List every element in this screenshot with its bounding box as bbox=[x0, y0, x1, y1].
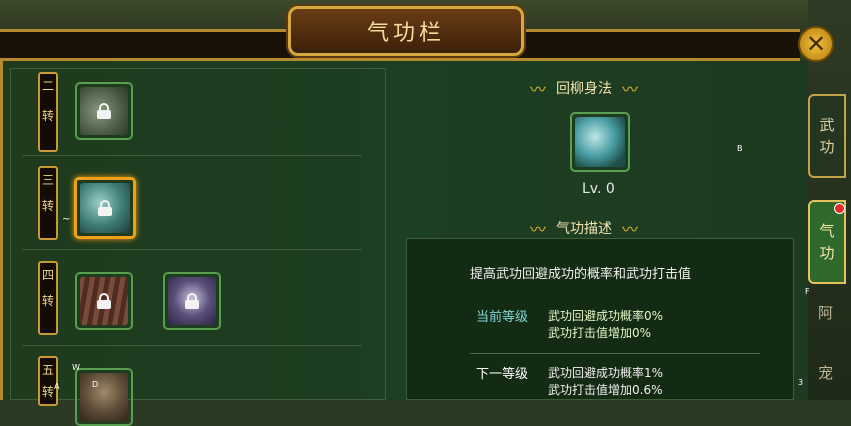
close-icon: ✕ bbox=[805, 30, 827, 58]
skill-name-header: 〰 回柳身法 〰 bbox=[530, 76, 638, 100]
tab-char: 功 bbox=[819, 244, 835, 262]
tier-label-4: 四 转 bbox=[38, 261, 58, 335]
current-level-label: 当前等级 bbox=[476, 310, 529, 325]
tier-char: 二 bbox=[41, 79, 54, 93]
skill-slot-4-2[interactable] bbox=[163, 272, 221, 330]
skill-tree-pane bbox=[10, 68, 386, 400]
tier-label-2: 二 转 bbox=[38, 72, 58, 152]
tier-char: 四 bbox=[41, 268, 54, 282]
lock-icon bbox=[97, 103, 111, 119]
overlay-d: D bbox=[92, 380, 99, 389]
lock-icon bbox=[185, 293, 199, 309]
skill-name: 回柳身法 bbox=[556, 81, 613, 97]
skill-description: 提高武功回避成功的概率和武功打击值 bbox=[470, 267, 692, 282]
title-plate: 气功栏 bbox=[288, 6, 524, 56]
tab-martial-arts[interactable]: 武 功 bbox=[808, 94, 846, 178]
current-effect-line: 武功回避成功概率0% bbox=[548, 309, 664, 323]
tab-char: 功 bbox=[819, 138, 835, 156]
cloud-ornament-icon: 〰 bbox=[622, 80, 639, 99]
level-divider bbox=[470, 353, 760, 354]
tier-divider bbox=[22, 155, 362, 156]
tier-label-5: 五 转 bbox=[38, 356, 58, 406]
side-menu-glyph[interactable]: 阿 bbox=[818, 302, 833, 323]
window-title: 气功栏 bbox=[366, 21, 445, 46]
overlay-a: A bbox=[54, 382, 60, 391]
next-level-label: 下一等级 bbox=[476, 367, 529, 382]
side-menu-glyph[interactable]: 宠 bbox=[818, 362, 833, 383]
tier-char: 五 bbox=[41, 363, 54, 377]
skill-slot-2-1[interactable] bbox=[75, 82, 133, 140]
lock-icon bbox=[97, 293, 111, 309]
description-title: 气功描述 bbox=[556, 221, 613, 237]
cloud-ornament-icon: 〰 bbox=[622, 220, 639, 239]
tier-divider bbox=[22, 249, 362, 250]
cloud-ornament-icon: 〰 bbox=[530, 80, 547, 99]
current-effect-line: 武功打击值增加0% bbox=[548, 326, 652, 340]
skill-slot-4-1[interactable] bbox=[75, 272, 133, 330]
skill-preview-icon bbox=[570, 112, 630, 172]
tier-char: 转 bbox=[41, 109, 54, 123]
tier-label-3: 三 转 bbox=[38, 166, 58, 240]
overlay-f: F bbox=[805, 287, 810, 296]
tier-divider bbox=[22, 345, 362, 346]
notification-dot bbox=[834, 203, 845, 214]
overlay-w: W bbox=[72, 363, 80, 372]
skill-slot-3-1[interactable] bbox=[74, 177, 136, 239]
tier-char: 三 bbox=[41, 173, 54, 187]
description-header: 〰 气功描述 〰 bbox=[530, 216, 638, 240]
tier-char: 转 bbox=[41, 294, 54, 308]
close-button[interactable]: ✕ bbox=[798, 26, 834, 62]
overlay-b: B bbox=[737, 144, 743, 153]
tab-char: 武 bbox=[819, 116, 835, 134]
skill-slot-5-1[interactable] bbox=[75, 368, 133, 426]
cloud-ornament-icon: 〰 bbox=[530, 220, 547, 239]
skill-level: Lv. 0 bbox=[582, 181, 615, 197]
overlay-3: 3 bbox=[798, 378, 804, 387]
next-effect-line: 武功打击值增加0.6% bbox=[548, 383, 663, 397]
next-effect-line: 武功回避成功概率1% bbox=[548, 366, 664, 380]
overlay-tilde: ~ bbox=[62, 214, 71, 225]
lock-icon bbox=[98, 200, 112, 216]
tab-char: 气 bbox=[819, 222, 835, 240]
tier-char: 转 bbox=[41, 199, 54, 213]
